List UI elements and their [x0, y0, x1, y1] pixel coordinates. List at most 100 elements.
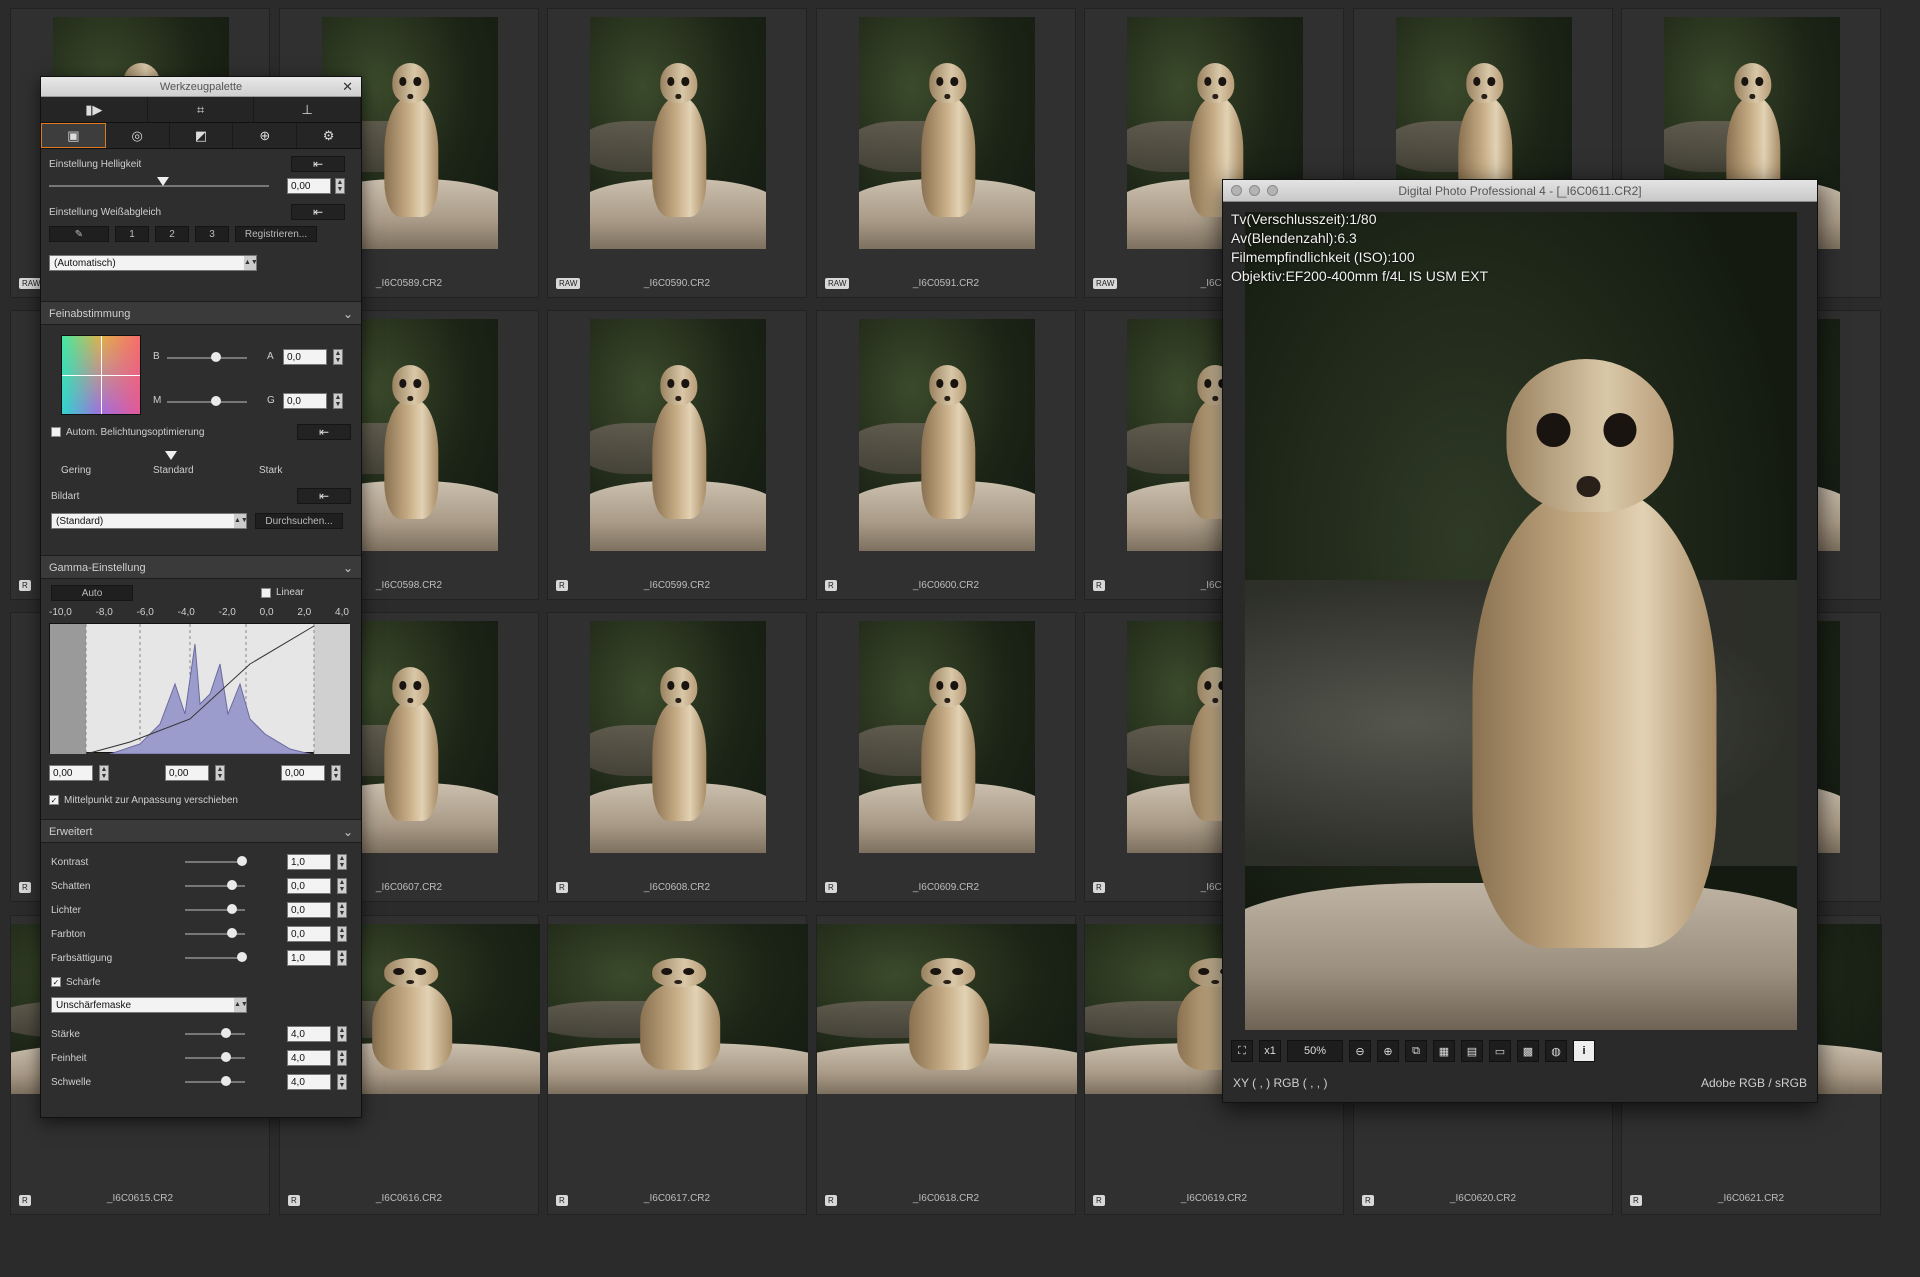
info-icon[interactable]: i [1573, 1040, 1595, 1062]
af-point-icon[interactable]: ▭ [1489, 1040, 1511, 1062]
adjust-slider[interactable] [185, 856, 247, 866]
thumbnail-cell[interactable]: RAW _I6C0590.CR2 [547, 8, 807, 298]
brightness-slider-handle[interactable] [157, 177, 169, 186]
picture-style-select[interactable]: (Standard) ▲▼ [51, 513, 248, 529]
brightness-value[interactable]: 0,00 [287, 178, 331, 194]
wb-select[interactable]: (Automatisch) ▲▼ [49, 255, 258, 271]
adjust-slider-knob[interactable] [221, 1028, 231, 1038]
adjust-value[interactable]: 4,0 [287, 1074, 331, 1090]
auto-exposure-checkbox[interactable] [51, 427, 61, 437]
close-window-button[interactable] [1231, 185, 1242, 196]
adjust-slider-knob[interactable] [227, 880, 237, 890]
wb-preset-1-button[interactable]: 1 [115, 226, 149, 242]
tab-adjust[interactable]: ▮▶ [41, 97, 148, 122]
palette-titlebar[interactable]: Werkzeugpalette ✕ [41, 77, 361, 97]
adjust-slider-knob[interactable] [227, 928, 237, 938]
thumbnail-cell[interactable]: R _I6C0618.CR2 [816, 915, 1077, 1215]
thumbnail-cell[interactable]: R _I6C0609.CR2 [816, 612, 1076, 902]
tab-settings[interactable]: ⚙ [297, 123, 361, 148]
sharpness-mode-select[interactable]: Unschärfemaske ▲▼ [51, 997, 248, 1013]
collapse-icon[interactable]: ⌄ [343, 556, 353, 580]
color-grid[interactable] [61, 335, 141, 415]
whitebalance-reset-button[interactable]: ⇤ [291, 204, 345, 220]
adjust-stepper[interactable]: ▲ ▼ [337, 1050, 347, 1066]
level-gering[interactable]: Gering [61, 465, 91, 476]
adjust-slider[interactable] [185, 880, 245, 890]
thumbnail-cell[interactable]: R _I6C0608.CR2 [547, 612, 807, 902]
a-stepper[interactable]: ▲ ▼ [333, 349, 343, 365]
thumbnail-cell[interactable]: R _I6C0599.CR2 [547, 310, 807, 600]
gamma-black-value[interactable]: 0,00 [49, 765, 93, 781]
crop-view-icon[interactable]: ⧉ [1405, 1040, 1427, 1062]
fit-screen-icon[interactable]: ⛶ [1231, 1040, 1253, 1062]
wb-preset-3-button[interactable]: 3 [195, 226, 229, 242]
highlight-warning-icon[interactable]: ▩ [1517, 1040, 1539, 1062]
wb-register-button[interactable]: Registrieren... [235, 226, 317, 242]
adjust-stepper[interactable]: ▲ ▼ [337, 926, 347, 942]
b-a-slider-knob[interactable] [211, 352, 221, 362]
adjust-slider-knob[interactable] [221, 1076, 231, 1086]
g-stepper[interactable]: ▲ ▼ [333, 393, 343, 409]
adjust-value[interactable]: 1,0 [287, 854, 331, 870]
thumbnail-photo[interactable] [590, 621, 766, 853]
tab-tone[interactable]: ◎ [106, 123, 170, 148]
brightness-reset-button[interactable]: ⇤ [291, 156, 345, 172]
gamma-mid-stepper[interactable]: ▲ ▼ [215, 765, 225, 781]
thumbnail-cell[interactable]: R _I6C0600.CR2 [816, 310, 1076, 600]
adjust-value[interactable]: 0,0 [287, 902, 331, 918]
thumbnail-photo[interactable] [590, 17, 766, 249]
adjust-slider[interactable] [185, 952, 247, 962]
viewer-titlebar[interactable]: Digital Photo Professional 4 - [_I6C0611… [1223, 180, 1817, 202]
grid-view-icon[interactable]: ▦ [1433, 1040, 1455, 1062]
gamma-header[interactable]: Gamma-Einstellung ⌄ [41, 555, 361, 579]
sharpness-checkbox[interactable]: ✓ [51, 977, 61, 987]
adjust-slider-knob[interactable] [227, 904, 237, 914]
eyedropper-icon[interactable]: ✎ [49, 226, 109, 242]
rating-icon[interactable]: ◍ [1545, 1040, 1567, 1062]
thumbnail-photo[interactable] [590, 319, 766, 551]
collapse-icon[interactable]: ⌄ [343, 820, 353, 844]
collapse-icon[interactable]: ⌄ [343, 302, 353, 326]
thumbnail-cell[interactable]: RAW _I6C0591.CR2 [816, 8, 1076, 298]
adjust-slider-knob[interactable] [237, 856, 247, 866]
brightness-stepper[interactable]: ▲ ▼ [335, 178, 345, 194]
m-g-slider-knob[interactable] [211, 396, 221, 406]
thumbnail-photo[interactable] [817, 924, 1077, 1094]
adjust-stepper[interactable]: ▲ ▼ [337, 1074, 347, 1090]
a-value[interactable]: 0,0 [283, 349, 327, 365]
thumbnail-photo[interactable] [859, 17, 1035, 249]
advanced-header[interactable]: Erweitert ⌄ [41, 819, 361, 843]
adjust-slider[interactable] [185, 1028, 245, 1038]
wb-preset-2-button[interactable]: 2 [155, 226, 189, 242]
tab-color[interactable]: ⊕ [233, 123, 298, 148]
thumbnail-cell[interactable]: R _I6C0617.CR2 [547, 915, 808, 1215]
gamma-white-stepper[interactable]: ▲ ▼ [331, 765, 341, 781]
linear-checkbox[interactable] [261, 587, 271, 598]
thumbnail-photo[interactable] [859, 621, 1035, 853]
picture-style-reset-button[interactable]: ⇤ [297, 488, 351, 504]
gamma-black-stepper[interactable]: ▲ ▼ [99, 765, 109, 781]
close-icon[interactable]: ✕ [342, 77, 353, 97]
zoom-in-icon[interactable]: ⊕ [1377, 1040, 1399, 1062]
adjust-stepper[interactable]: ▲ ▼ [337, 1026, 347, 1042]
compare-view-icon[interactable]: ▤ [1461, 1040, 1483, 1062]
thumbnail-photo[interactable] [548, 924, 808, 1094]
brightness-slider[interactable] [49, 177, 269, 187]
gamma-white-value[interactable]: 0,00 [281, 765, 325, 781]
tab-crop[interactable]: ⌗ [148, 97, 255, 122]
zoom-100-button[interactable]: x1 [1259, 1040, 1281, 1062]
exposure-level-handle[interactable] [165, 451, 177, 460]
browse-button[interactable]: Durchsuchen... [255, 513, 343, 529]
histogram[interactable] [49, 623, 350, 755]
adjust-value[interactable]: 0,0 [287, 926, 331, 942]
preview-image[interactable] [1245, 212, 1797, 1030]
g-value[interactable]: 0,0 [283, 393, 327, 409]
level-stark[interactable]: Stark [259, 465, 282, 476]
zoom-select[interactable]: 50% [1287, 1040, 1343, 1062]
tab-stamp[interactable]: ⊥ [254, 97, 362, 122]
tab-curve[interactable]: ◩ [170, 123, 234, 148]
adjust-stepper[interactable]: ▲ ▼ [337, 902, 347, 918]
adjust-slider-knob[interactable] [221, 1052, 231, 1062]
zoom-window-button[interactable] [1267, 185, 1278, 196]
adjust-value[interactable]: 4,0 [287, 1026, 331, 1042]
